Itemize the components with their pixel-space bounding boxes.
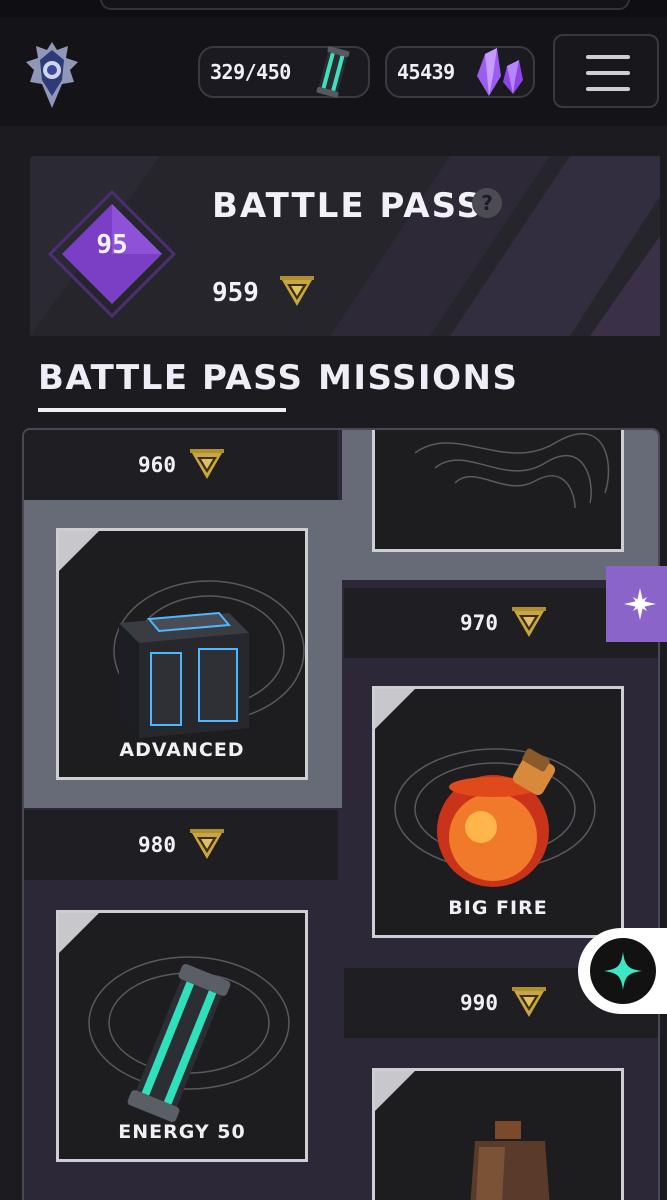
reward-label: ADVANCED bbox=[119, 739, 245, 761]
reward-label: ENERGY 50 bbox=[118, 1121, 246, 1143]
points-value: 959 bbox=[212, 278, 259, 308]
battle-pass-badge-icon bbox=[511, 607, 546, 637]
purple-crystal-icon bbox=[477, 48, 523, 96]
corner-marker bbox=[59, 913, 99, 953]
sparkle-star-icon bbox=[604, 952, 642, 990]
reward-card-big-fire[interactable]: BIG FIRE bbox=[372, 686, 624, 938]
active-tab-indicator bbox=[38, 408, 286, 412]
tab-battle-pass[interactable]: BATTLE PASS bbox=[38, 358, 304, 398]
sparkle-icon bbox=[624, 588, 656, 620]
tab-missions[interactable]: MISSIONS bbox=[318, 358, 518, 398]
potion-bottle-icon bbox=[470, 1121, 550, 1200]
shield-emblem-icon[interactable] bbox=[24, 40, 80, 110]
battle-pass-level: 95 bbox=[96, 230, 128, 260]
reward-card[interactable] bbox=[372, 430, 624, 552]
corner-marker bbox=[375, 1071, 415, 1111]
energy-counter[interactable]: 329/450 bbox=[198, 46, 370, 98]
battle-pass-title: BATTLE PASS bbox=[212, 186, 484, 226]
battle-pass-points: 959 bbox=[212, 278, 259, 308]
browser-url-bar[interactable] bbox=[100, 0, 630, 10]
top-header: 329/450 45439 bbox=[0, 18, 667, 126]
battle-pass-badge-icon bbox=[511, 987, 546, 1017]
energy-cell-icon bbox=[127, 964, 231, 1122]
reward-card-advanced[interactable]: ADVANCED bbox=[56, 528, 308, 780]
assistant-button-core bbox=[590, 938, 656, 1004]
tier-points: 980 bbox=[138, 833, 176, 857]
help-icon[interactable]: ? bbox=[472, 188, 502, 218]
gems-counter[interactable]: 45439 bbox=[385, 46, 535, 98]
battle-pass-badge-icon bbox=[280, 276, 314, 306]
battle-pass-badge-icon bbox=[189, 829, 224, 859]
tier-bar-980: 980 bbox=[24, 810, 338, 880]
reward-item-icon bbox=[414, 433, 610, 509]
energy-value: 329/450 bbox=[210, 60, 291, 84]
tier-points: 960 bbox=[138, 453, 176, 477]
tier-points: 970 bbox=[460, 611, 498, 635]
tier-points: 990 bbox=[460, 991, 498, 1015]
battle-pass-badge-icon bbox=[189, 449, 224, 479]
floating-assistant-button[interactable] bbox=[578, 928, 667, 1014]
reward-card-energy-50[interactable]: ENERGY 50 bbox=[56, 910, 308, 1162]
browser-top-strip bbox=[0, 0, 667, 18]
advanced-crate-icon bbox=[119, 611, 249, 738]
gems-value: 45439 bbox=[397, 60, 455, 84]
energy-cell-icon bbox=[316, 46, 350, 98]
tier-bar-960: 960 bbox=[24, 430, 338, 500]
corner-marker bbox=[375, 689, 415, 729]
fire-potion-icon bbox=[437, 748, 556, 887]
battle-pass-track[interactable]: 960 ADVANCED 970 BIG FIRE 980 ENERGY 50 … bbox=[22, 428, 660, 1200]
reward-card[interactable] bbox=[372, 1068, 624, 1200]
hamburger-menu-icon[interactable] bbox=[553, 34, 659, 108]
corner-marker bbox=[59, 531, 99, 571]
sparkle-side-button[interactable] bbox=[606, 566, 667, 642]
reward-label: BIG FIRE bbox=[448, 897, 548, 919]
